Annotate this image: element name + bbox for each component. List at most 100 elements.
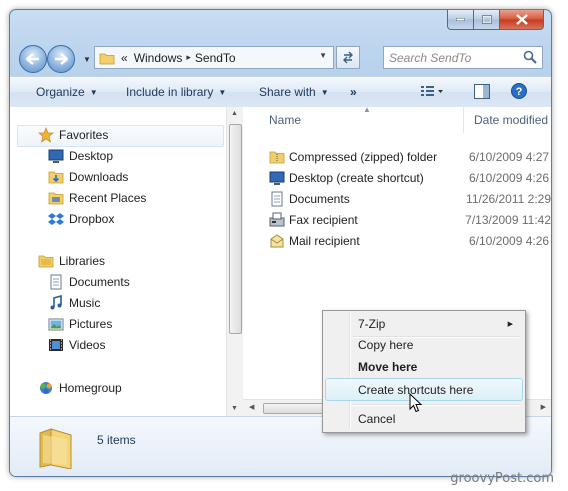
column-header-name[interactable]: Name — [269, 107, 464, 133]
menu-item-copy-here-label: Copy here — [358, 337, 414, 352]
file-row[interactable]: Documents 11/26/2011 2:29 — [269, 189, 551, 209]
nav-documents-label: Documents — [69, 275, 130, 289]
menu-separator — [353, 404, 519, 406]
more-commands-button[interactable]: » — [350, 85, 357, 99]
share-with-label: Share with — [259, 85, 316, 99]
chevron-down-icon: ▼ — [89, 88, 98, 97]
maximize-button[interactable] — [474, 10, 500, 30]
file-name: Documents — [289, 192, 350, 206]
file-row[interactable]: Desktop (create shortcut) 6/10/2009 4:26 — [269, 168, 551, 188]
file-row[interactable]: Mail recipient 6/10/2009 4:26 — [269, 231, 551, 251]
menu-item-7zip-label: 7-Zip — [358, 316, 386, 331]
back-arrow-icon — [26, 53, 39, 65]
preview-pane-button[interactable] — [474, 84, 490, 102]
nav-dropbox[interactable]: Dropbox — [48, 209, 114, 229]
submenu-arrow-icon: ▶ — [507, 321, 513, 328]
item-count: 5 items — [97, 433, 136, 447]
libraries-icon — [38, 253, 54, 269]
scroll-up-icon[interactable]: ▲ — [231, 110, 238, 117]
mouse-cursor-icon — [409, 392, 423, 416]
share-with-menu[interactable]: Share with ▼ — [259, 85, 329, 99]
nav-music-label: Music — [69, 296, 101, 310]
watermark: groovyPost.com — [450, 471, 554, 486]
menu-item-copy-here[interactable]: Copy here — [325, 334, 521, 355]
search-input[interactable] — [387, 49, 521, 66]
views-icon — [421, 86, 443, 96]
breadcrumb-separator[interactable]: ▸ — [186, 52, 191, 63]
nav-desktop-label: Desktop — [69, 149, 114, 163]
breadcrumb-overflow[interactable]: « — [121, 51, 128, 65]
nav-downloads-label: Downloads — [69, 170, 129, 184]
back-button[interactable] — [19, 45, 47, 73]
nav-desktop[interactable]: Desktop — [48, 146, 113, 166]
nav-videos-label: Videos — [69, 338, 106, 352]
documents-library-icon — [48, 274, 64, 290]
nav-documents[interactable]: Documents — [48, 272, 130, 292]
include-in-library-menu[interactable]: Include in library ▼ — [126, 85, 226, 99]
help-button[interactable]: ? — [511, 83, 527, 102]
context-menu: 7-Zip ▶ Copy here Move here Create short… — [322, 310, 526, 433]
file-row[interactable]: Compressed (zipped) folder 6/10/2009 4:2… — [269, 147, 551, 167]
refresh-icon — [343, 51, 353, 64]
nav-pictures-label: Pictures — [69, 317, 113, 331]
scroll-right-icon[interactable]: ▶ — [541, 403, 546, 411]
folder-icon — [99, 51, 115, 65]
file-date: 6/10/2009 4:26 — [469, 171, 550, 185]
nav-recent-places[interactable]: Recent Places — [48, 188, 146, 208]
nav-libraries-label: Libraries — [59, 254, 106, 268]
forward-button[interactable] — [47, 45, 75, 73]
desktop-icon — [48, 148, 64, 164]
nav-downloads[interactable]: Downloads — [48, 167, 128, 187]
nav-videos[interactable]: Videos — [48, 335, 105, 355]
nav-music[interactable]: Music — [48, 293, 100, 313]
caption-buttons — [447, 10, 544, 30]
nav-favorites[interactable]: Favorites — [38, 125, 108, 145]
nav-homegroup[interactable]: Homegroup — [38, 378, 122, 398]
minimize-button[interactable] — [447, 10, 474, 30]
recent-pages-dropdown[interactable]: ▼ — [83, 55, 91, 64]
include-in-library-label: Include in library — [126, 85, 214, 99]
fax-icon — [269, 212, 285, 228]
column-header-date-modified[interactable]: Date modified — [474, 107, 551, 133]
nav-homegroup-label: Homegroup — [59, 381, 122, 395]
menu-item-create-shortcuts-here[interactable]: Create shortcuts here — [325, 378, 523, 401]
pictures-icon — [48, 316, 64, 332]
file-row[interactable]: Fax recipient 7/13/2009 11:42 — [269, 210, 551, 230]
address-bar[interactable]: « Windows ▸ SendTo ▼ — [94, 46, 334, 69]
menu-item-move-here[interactable]: Move here — [325, 356, 521, 377]
file-name: Fax recipient — [289, 213, 358, 227]
recent-places-icon — [48, 190, 64, 206]
scroll-down-icon[interactable]: ▼ — [231, 405, 238, 412]
close-button[interactable] — [500, 10, 544, 30]
file-name: Compressed (zipped) folder — [289, 150, 438, 164]
nav-libraries[interactable]: Libraries — [38, 251, 105, 271]
breadcrumb-windows[interactable]: Windows — [134, 51, 183, 65]
refresh-button[interactable] — [336, 46, 360, 69]
search-box[interactable] — [383, 46, 543, 69]
views-button[interactable] — [420, 84, 444, 101]
nav-dropbox-label: Dropbox — [69, 212, 115, 226]
document-icon — [269, 191, 285, 207]
file-date: 6/10/2009 4:27 — [469, 150, 550, 164]
music-icon — [48, 295, 64, 311]
nav-favorites-label: Favorites — [59, 128, 109, 142]
search-icon[interactable] — [523, 50, 537, 67]
breadcrumb-sendto[interactable]: SendTo — [195, 51, 236, 65]
maximize-icon — [481, 15, 492, 24]
navigation-pane: Favorites Desktop Downloads Recent Place… — [10, 107, 225, 416]
scroll-left-icon[interactable]: ◀ — [249, 403, 254, 411]
file-name: Desktop (create shortcut) — [289, 171, 424, 185]
address-dropdown-icon[interactable]: ▼ — [319, 51, 327, 60]
menu-item-7zip[interactable]: 7-Zip ▶ — [325, 313, 521, 334]
close-icon — [515, 14, 528, 25]
nav-pane-scrollbar[interactable]: ▲ ▼ — [226, 107, 243, 416]
file-date: 6/10/2009 4:26 — [469, 234, 550, 248]
organize-label: Organize — [36, 85, 85, 99]
menu-item-cancel[interactable]: Cancel — [325, 408, 521, 429]
organize-menu[interactable]: Organize ▼ — [36, 85, 98, 99]
scrollbar-thumb[interactable] — [229, 124, 242, 334]
minimize-icon — [456, 18, 465, 21]
help-icon: ? — [511, 83, 527, 99]
nav-pictures[interactable]: Pictures — [48, 314, 112, 334]
file-date: 11/26/2011 2:29 — [466, 192, 551, 206]
